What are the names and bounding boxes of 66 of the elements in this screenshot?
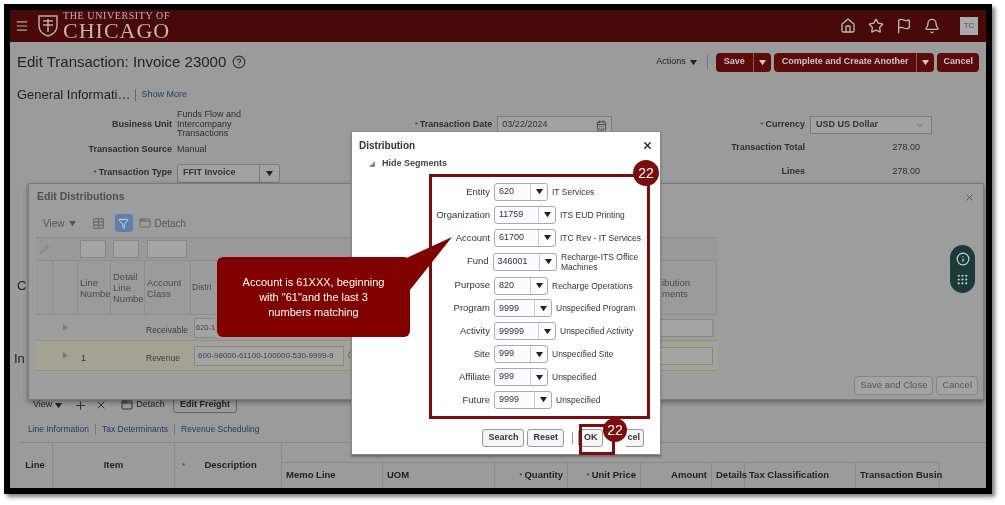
column-header: ibution ments [662,276,691,299]
field-label: Activity [458,324,490,339]
column-header: * Description [175,443,282,488]
column-header: Amount [641,463,712,488]
section-heading: In [14,349,25,368]
field-label: Transaction Type [98,166,172,180]
callout-text: Account is 61XXX, beginning with "61"and the last 3 numbers matching [241,274,386,320]
segment-description: Unspecified Activity [560,326,634,337]
required-mark: * [586,469,590,482]
column-header: Line Numbe [80,276,111,299]
field-label: Business Unit [112,117,172,131]
dialog-title: Distribution [359,138,416,153]
field-label: Future [461,392,490,407]
segment-description: ITS EUD Printing [560,209,625,220]
field-label: Fund [465,254,489,269]
column-header: * Quantity [495,463,568,488]
field-label: Transaction Date [419,118,493,132]
field-label: Affiliate [458,369,490,384]
segment-description: Unspecified [552,372,597,383]
segment-description: Recharge-ITS Office Machines [561,251,640,272]
section-heading: C [17,277,27,295]
column-header: Detail Line Numbe [113,271,144,304]
field-label: Site [472,347,490,362]
required-mark: * [93,167,97,180]
required-mark: * [182,459,186,472]
required-mark: * [519,469,523,482]
page-title: Edit Transaction: Invoice 23000 [17,51,227,72]
field-label: Organization [435,207,490,222]
column-header: UOM [383,463,495,488]
segment-description: ITC Rev - IT Services [560,232,642,243]
field-value: 278.00 [891,141,920,155]
column-header: * Unit Price [568,463,641,488]
field-value: 278.00 [891,165,920,179]
logo-text: CHICAGO [63,21,171,41]
field-label: Entity [465,184,490,199]
field-label: Program [452,301,490,316]
column-header: Account Class [147,276,183,299]
step-badge: 22 [603,418,627,442]
column-header: Distri [192,282,212,293]
segment-description: Unspecified Program [556,303,636,314]
column-header: Item [53,443,175,488]
table-cell: Revenue [146,352,181,363]
required-mark: * [414,119,418,132]
section-title: General Informati… [17,86,131,105]
column-header: Transaction Busin [856,463,940,488]
field-label: Lines [781,165,805,179]
column-header: Line [18,443,53,488]
step-badge: 22 [633,160,659,186]
segment-description: IT Services [552,186,595,197]
field-label: Transaction Total [731,141,805,155]
logo-text: THE UNIVERSITY OF [63,11,171,21]
field-value: Funds Flow and Intercompany Transactions [177,110,243,139]
segment-description: Unspecified Site [552,349,614,360]
required-mark: * [760,119,764,132]
table-cell: Receivable [146,324,189,335]
dialog-title: Edit Distributions [37,189,125,205]
field-value: Manual [177,144,208,155]
field-label: Purpose [453,278,490,293]
field-label: Account [454,230,490,245]
column-header: Memo Line [282,463,383,488]
segment-description: Unspecified [556,394,601,405]
field-label: Transaction Source [88,142,172,156]
table-cell: 1 [81,352,86,363]
field-label: Currency [765,118,805,132]
column-header: Details [712,463,745,488]
segment-description: Recharge Operations [552,280,633,291]
